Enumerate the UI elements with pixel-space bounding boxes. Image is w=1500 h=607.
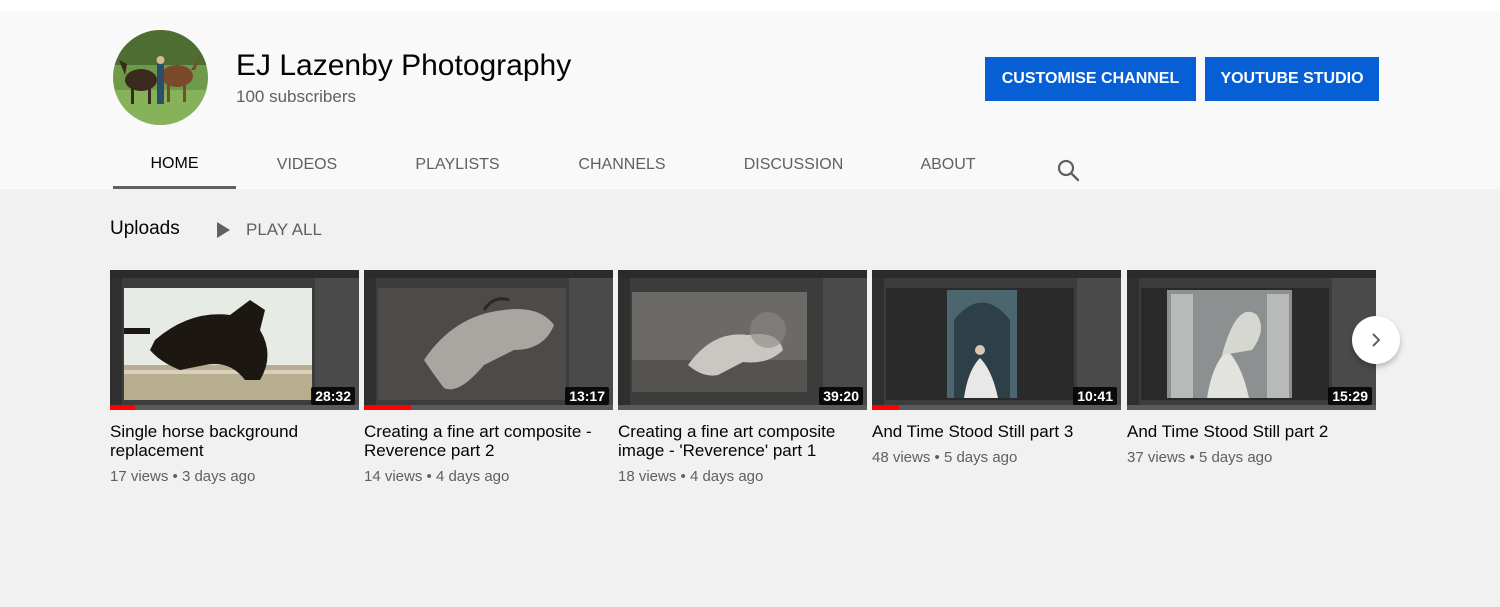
video-meta: 18 views • 4 days ago [618, 468, 764, 485]
video-title[interactable]: Creating a fine art composite - Reverenc… [364, 422, 613, 460]
uploads-title: Uploads [110, 218, 180, 239]
video-card: 10:41 And Time Stood Still part 3 48 vie… [872, 270, 1121, 466]
video-thumbnail[interactable]: 13:17 [364, 270, 613, 410]
video-title[interactable]: And Time Stood Still part 2 [1127, 422, 1376, 441]
tab-home[interactable]: HOME [113, 141, 236, 189]
video-views: 18 views [618, 468, 677, 485]
video-duration: 39:20 [819, 387, 863, 405]
video-age: 3 days ago [181, 468, 256, 485]
watch-progress-track [872, 405, 1121, 410]
tab-about[interactable]: ABOUT [903, 141, 993, 189]
video-age: 4 days ago [689, 468, 764, 485]
video-card: 13:17 Creating a fine art composite - Re… [364, 270, 613, 485]
video-duration: 13:17 [565, 387, 609, 405]
video-thumbnail[interactable]: 28:32 [110, 270, 359, 410]
next-videos-button[interactable] [1352, 316, 1400, 364]
top-strip [0, 0, 1500, 11]
video-card: 28:32 Single horse background replacemen… [110, 270, 359, 485]
video-card: 15:29 And Time Stood Still part 2 37 vie… [1127, 270, 1376, 466]
video-duration: 10:41 [1073, 387, 1117, 405]
video-meta: 37 views • 5 days ago [1127, 449, 1273, 466]
channel-name: EJ Lazenby Photography [236, 49, 572, 82]
search-icon[interactable] [1055, 157, 1083, 185]
watch-progress [872, 405, 900, 410]
video-age: 5 days ago [1198, 449, 1273, 466]
chevron-right-icon [1372, 333, 1381, 347]
video-views: 48 views [872, 449, 931, 466]
play-icon [217, 222, 230, 238]
play-all-button[interactable]: PLAY ALL [214, 216, 322, 244]
tab-playlists[interactable]: PLAYLISTS [400, 141, 515, 189]
video-thumbnail[interactable]: 10:41 [872, 270, 1121, 410]
video-age: 4 days ago [435, 468, 510, 485]
video-title[interactable]: Single horse background replacement [110, 422, 359, 460]
watch-progress-track [618, 405, 867, 410]
video-duration: 28:32 [311, 387, 355, 405]
video-meta: 48 views • 5 days ago [872, 449, 1018, 466]
video-views: 17 views [110, 468, 169, 485]
channel-header: EJ Lazenby Photography 100 subscribers C… [0, 11, 1500, 189]
watch-progress-track [110, 405, 359, 410]
watch-progress-track [364, 405, 613, 410]
channel-avatar[interactable] [113, 30, 208, 125]
video-meta: 17 views • 3 days ago [110, 468, 256, 485]
video-views: 14 views [364, 468, 423, 485]
video-duration: 15:29 [1328, 387, 1372, 405]
watch-progress-track [1127, 405, 1376, 410]
video-card: 39:20 Creating a fine art composite imag… [618, 270, 867, 485]
watch-progress [364, 405, 412, 410]
tab-channels[interactable]: CHANNELS [562, 141, 682, 189]
tab-videos[interactable]: VIDEOS [257, 141, 357, 189]
video-age: 5 days ago [943, 449, 1018, 466]
tab-discussion[interactable]: DISCUSSION [730, 141, 857, 189]
watch-progress [110, 405, 135, 410]
video-thumbnail[interactable]: 39:20 [618, 270, 867, 410]
play-all-label: PLAY ALL [246, 220, 322, 239]
video-thumbnail[interactable]: 15:29 [1127, 270, 1376, 410]
video-views: 37 views [1127, 449, 1186, 466]
youtube-studio-button[interactable]: YOUTUBE STUDIO [1205, 57, 1379, 101]
subscriber-count: 100 subscribers [236, 87, 357, 106]
customise-channel-button[interactable]: CUSTOMISE CHANNEL [985, 57, 1196, 101]
video-title[interactable]: Creating a fine art composite image - 'R… [618, 422, 867, 460]
video-meta: 14 views • 4 days ago [364, 468, 510, 485]
video-title[interactable]: And Time Stood Still part 3 [872, 422, 1121, 441]
